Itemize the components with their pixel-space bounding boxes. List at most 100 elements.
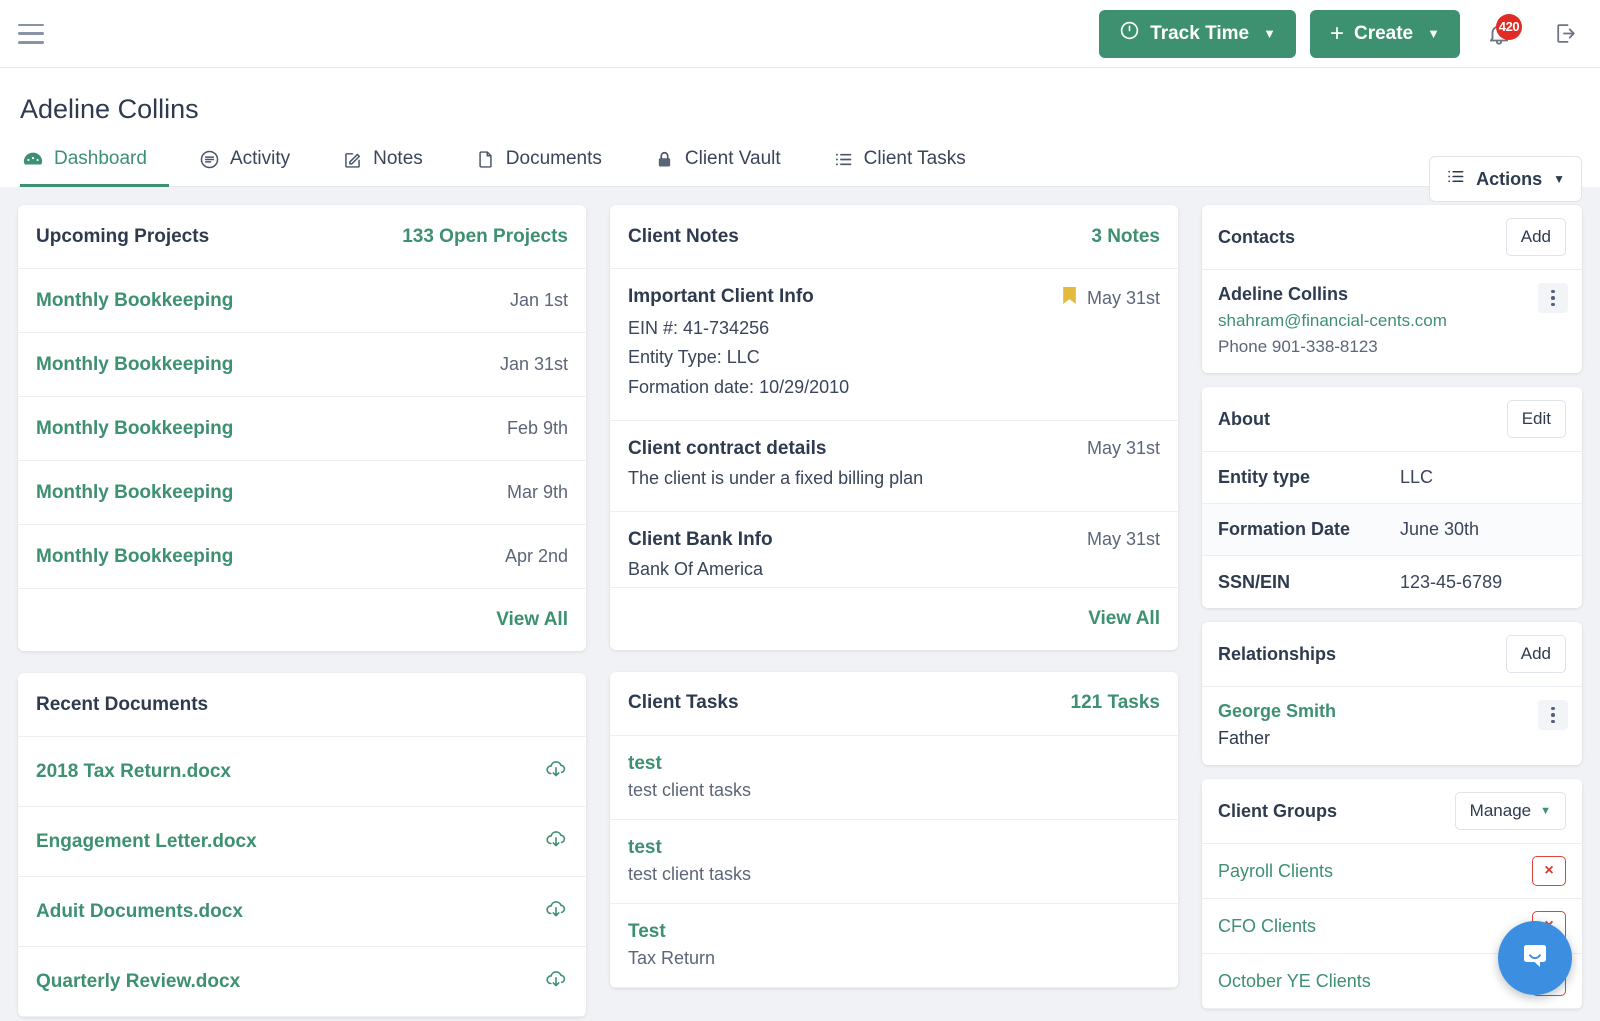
list-icon (1446, 167, 1465, 191)
list-item[interactable]: Payroll Clients × (1202, 844, 1582, 899)
tab-notes[interactable]: Notes (340, 134, 445, 187)
track-time-label: Track Time (1150, 22, 1250, 44)
task-title[interactable]: test (628, 753, 1160, 775)
download-cloud-icon[interactable] (544, 757, 568, 786)
list-item[interactable]: Client contract details May 31st The cli… (610, 421, 1178, 513)
document-name[interactable]: Quarterly Review.docx (36, 971, 240, 993)
table-row[interactable]: Monthly Bookkeeping Feb 9th (18, 397, 586, 461)
chat-bubble-icon (1515, 936, 1555, 981)
about-value: 123-45-6789 (1400, 571, 1503, 592)
group-name[interactable]: CFO Clients (1218, 916, 1316, 937)
list-item[interactable]: 2018 Tax Return.docx (18, 737, 586, 807)
manage-groups-button[interactable]: Manage ▼ (1454, 792, 1566, 830)
open-projects-count[interactable]: 133 Open Projects (402, 226, 568, 248)
track-time-button[interactable]: Track Time ▼ (1099, 9, 1296, 58)
tab-client-vault[interactable]: Client Vault (652, 134, 803, 187)
page-header: Adeline Collins Actions ▼ Dashboard Acti… (0, 68, 1600, 202)
card-title: Relationships (1218, 643, 1337, 664)
tab-activity[interactable]: Activity (197, 134, 312, 187)
project-name[interactable]: Monthly Bookkeeping (36, 354, 233, 376)
contact-more-options-button[interactable] (1538, 283, 1568, 313)
create-button[interactable]: + Create ▼ (1309, 9, 1460, 58)
note-meta: May 31st (1087, 529, 1160, 550)
document-name[interactable]: Aduit Documents.docx (36, 901, 243, 923)
project-date: Mar 9th (506, 482, 568, 502)
download-cloud-icon[interactable] (544, 827, 568, 856)
create-label: Create (1353, 22, 1414, 44)
note-line: Bank Of America (628, 559, 764, 580)
plus-icon: + (1329, 19, 1344, 47)
hamburger-icon[interactable] (18, 23, 44, 44)
list-item[interactable]: Client Bank Info May 31st Bank Of Americ… (610, 512, 1178, 586)
add-relationship-button[interactable]: Add (1505, 635, 1566, 673)
note-line: Entity Type: LLC (628, 347, 760, 368)
view-all-projects-link[interactable]: View All (496, 609, 568, 631)
card-header: About Edit (1202, 387, 1582, 452)
tab-label: Client Tasks (863, 148, 966, 169)
table-row: Formation Date June 30th (1202, 504, 1582, 556)
note-date: May 31st (1086, 438, 1160, 459)
edit-about-label: Edit (1521, 409, 1551, 428)
notifications-button[interactable]: 420 (1482, 13, 1522, 54)
about-key: Entity type (1218, 467, 1311, 487)
card-header: Upcoming Projects 133 Open Projects (18, 205, 586, 269)
note-title: Client Bank Info (628, 529, 773, 551)
list-item[interactable]: test test client tasks (610, 736, 1178, 820)
chevron-down-icon: ▼ (1540, 805, 1551, 817)
task-title[interactable]: Test (628, 921, 1160, 943)
document-name[interactable]: Engagement Letter.docx (36, 831, 257, 853)
view-all-notes-link[interactable]: View All (1088, 608, 1160, 630)
table-row[interactable]: Monthly Bookkeeping Apr 2nd (18, 525, 586, 589)
note-line: The client is under a fixed billing plan (628, 468, 924, 489)
tab-client-tasks[interactable]: Client Tasks (831, 134, 988, 187)
note-date: May 31st (1086, 287, 1160, 308)
list-item[interactable]: test test client tasks (610, 820, 1178, 904)
table-row[interactable]: Monthly Bookkeeping Jan 31st (18, 333, 586, 397)
contact-email[interactable]: shahram@financial-cents.com (1218, 311, 1566, 331)
task-title[interactable]: test (628, 837, 1160, 859)
list-item[interactable]: Quarterly Review.docx (18, 947, 586, 1017)
document-name[interactable]: 2018 Tax Return.docx (36, 761, 231, 783)
logout-button[interactable] (1548, 14, 1582, 54)
project-name[interactable]: Monthly Bookkeeping (36, 546, 233, 568)
about-value: LLC (1400, 467, 1434, 487)
table-row: SSN/EIN 123-45-6789 (1202, 556, 1582, 608)
project-date: Jan 31st (499, 354, 568, 374)
group-name[interactable]: Payroll Clients (1218, 861, 1333, 882)
notification-badge: 420 (1496, 13, 1522, 40)
tab-dashboard[interactable]: Dashboard (20, 134, 169, 187)
table-row[interactable]: Monthly Bookkeeping Jan 1st (18, 269, 586, 333)
project-name[interactable]: Monthly Bookkeeping (36, 418, 233, 440)
list-item[interactable]: Important Client Info May 31st EIN #: 41… (610, 269, 1178, 422)
download-cloud-icon[interactable] (544, 967, 568, 996)
tab-label: Dashboard (54, 148, 147, 169)
contact-item: Adeline Collins shahram@financial-cents.… (1202, 270, 1582, 373)
tasks-count[interactable]: 121 Tasks (1071, 692, 1160, 714)
download-cloud-icon[interactable] (544, 897, 568, 926)
note-header: Important Client Info May 31st (628, 286, 1160, 310)
upcoming-projects-card: Upcoming Projects 133 Open Projects Mont… (18, 205, 586, 651)
tab-documents[interactable]: Documents (473, 134, 624, 187)
actions-button[interactable]: Actions ▼ (1429, 156, 1582, 202)
project-name[interactable]: Monthly Bookkeeping (36, 482, 233, 504)
card-header: Relationships Add (1202, 622, 1582, 687)
relationship-more-options-button[interactable] (1538, 700, 1568, 730)
chat-widget-button[interactable] (1498, 921, 1572, 995)
notes-count[interactable]: 3 Notes (1091, 226, 1160, 248)
edit-about-button[interactable]: Edit (1506, 400, 1566, 438)
list-item[interactable]: Engagement Letter.docx (18, 807, 586, 877)
note-body: The client is under a fixed billing plan (628, 464, 1160, 493)
list-item[interactable]: Test Tax Return (610, 904, 1178, 988)
project-name[interactable]: Monthly Bookkeeping (36, 290, 233, 312)
list-item[interactable]: Aduit Documents.docx (18, 877, 586, 947)
card-title: Upcoming Projects (36, 225, 210, 247)
card-title: Client Groups (1218, 800, 1338, 821)
top-bar-actions: Track Time ▼ + Create ▼ 420 (1099, 9, 1582, 58)
add-contact-button[interactable]: Add (1505, 218, 1566, 256)
top-bar: Track Time ▼ + Create ▼ 420 (0, 0, 1600, 68)
relationship-name[interactable]: George Smith (1218, 701, 1566, 722)
note-body: EIN #: 41-734256 Entity Type: LLC Format… (628, 314, 1160, 402)
group-name[interactable]: October YE Clients (1218, 971, 1371, 992)
table-row[interactable]: Monthly Bookkeeping Mar 9th (18, 461, 586, 525)
remove-group-button[interactable]: × (1532, 856, 1566, 886)
